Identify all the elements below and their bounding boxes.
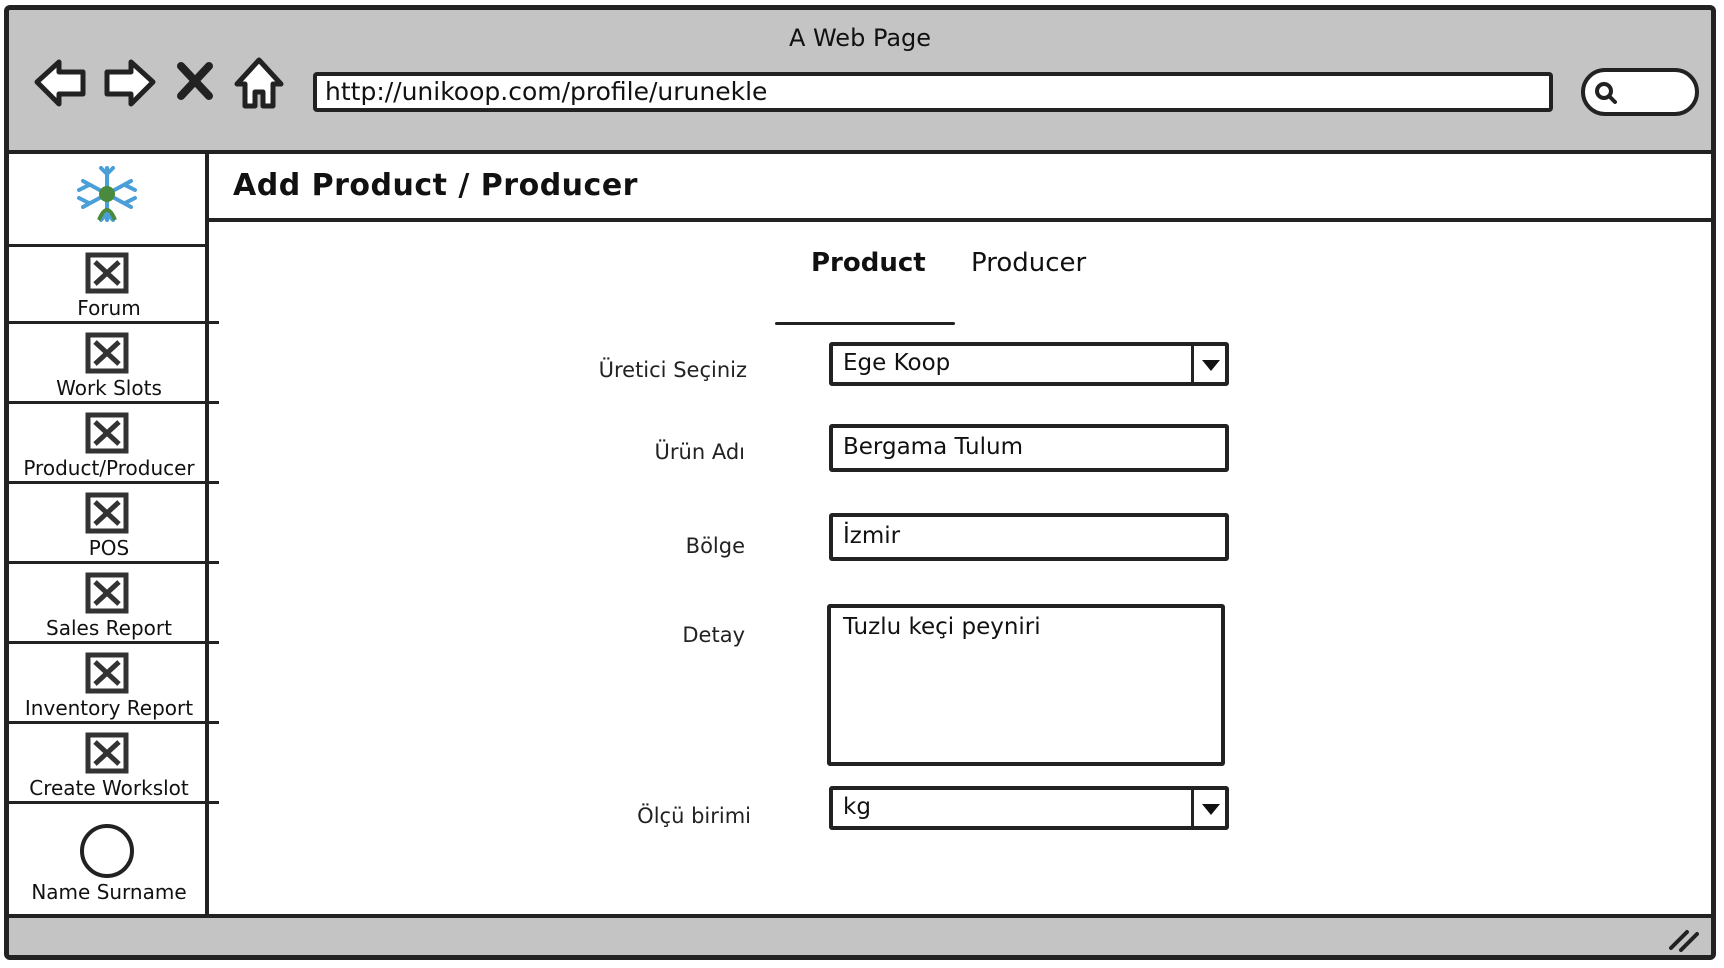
chevron-down-icon[interactable]	[1191, 346, 1225, 382]
placeholder-image-icon	[85, 652, 129, 694]
resize-grip-icon[interactable]	[1667, 926, 1699, 952]
sidebar-item-create-workslot[interactable]: Create Workslot	[9, 724, 219, 804]
sidebar-item-label: Forum	[77, 296, 141, 320]
unit-select[interactable]: kg	[829, 786, 1229, 830]
sidebar-item-sales-report[interactable]: Sales Report	[9, 564, 219, 644]
page-title: Add Product / Producer	[233, 168, 638, 203]
sidebar-item-forum[interactable]: Forum	[9, 244, 219, 324]
sidebar-item-label: Sales Report	[46, 616, 172, 640]
placeholder-image-icon	[85, 492, 129, 534]
placeholder-image-icon	[85, 732, 129, 774]
sidebar-item-label: POS	[88, 536, 130, 560]
tab-producer[interactable]: Producer	[971, 248, 1086, 278]
forward-arrow-icon[interactable]	[99, 54, 159, 114]
region-label: Bölge	[685, 534, 745, 558]
unit-select-value: kg	[843, 794, 871, 820]
home-icon[interactable]	[231, 54, 291, 114]
producer-label: Üretici Seçiniz	[598, 358, 747, 382]
sidebar-item-pos[interactable]: POS	[9, 484, 219, 564]
back-arrow-icon[interactable]	[31, 54, 91, 114]
close-x-icon[interactable]	[167, 54, 227, 114]
browser-window: A Web Page http://unikoop.com/profile/ur…	[4, 5, 1716, 960]
page-content: Forum Work Slots Product/Producer POS Sa…	[9, 150, 1711, 918]
browser-search-box[interactable]	[1581, 68, 1699, 116]
product-name-label: Ürün Adı	[654, 440, 745, 464]
page-header: Add Product / Producer	[209, 154, 1711, 222]
search-icon	[1595, 82, 1617, 104]
detail-label: Detay	[682, 623, 745, 647]
window-title: A Web Page	[788, 24, 932, 52]
sidebar: Forum Work Slots Product/Producer POS Sa…	[9, 154, 219, 914]
status-bar	[9, 918, 1711, 955]
sidebar-item-label: Product/Producer	[23, 456, 195, 480]
active-tab-indicator	[775, 322, 955, 325]
product-name-input[interactable]: Bergama Tulum	[829, 424, 1229, 472]
url-bar[interactable]: http://unikoop.com/profile/urunekle	[313, 72, 1553, 112]
chevron-down-icon[interactable]	[1191, 790, 1225, 826]
sidebar-item-label: Work Slots	[56, 376, 162, 400]
tab-product[interactable]: Product	[811, 248, 926, 278]
producer-select-value: Ege Koop	[843, 350, 951, 376]
placeholder-image-icon	[85, 252, 129, 294]
sidebar-item-work-slots[interactable]: Work Slots	[9, 324, 219, 404]
detail-textarea[interactable]: Tuzlu keçi peyniri	[827, 604, 1225, 766]
sidebar-item-product-producer[interactable]: Product/Producer	[9, 404, 219, 484]
region-input[interactable]: İzmir	[829, 513, 1229, 561]
sidebar-item-inventory-report[interactable]: Inventory Report	[9, 644, 219, 724]
user-profile[interactable]: Name Surname	[9, 816, 205, 914]
avatar-circle-icon	[80, 824, 134, 878]
user-name: Name Surname	[31, 880, 187, 904]
placeholder-image-icon	[85, 572, 129, 614]
placeholder-image-icon	[85, 412, 129, 454]
snowflake-logo-icon	[77, 166, 137, 222]
sidebar-item-label: Inventory Report	[24, 696, 194, 720]
app-logo[interactable]	[9, 154, 205, 247]
unit-label: Ölçü birimi	[637, 804, 751, 828]
placeholder-image-icon	[85, 332, 129, 374]
sidebar-item-label: Create Workslot	[29, 776, 189, 800]
producer-select[interactable]: Ege Koop	[829, 342, 1229, 386]
